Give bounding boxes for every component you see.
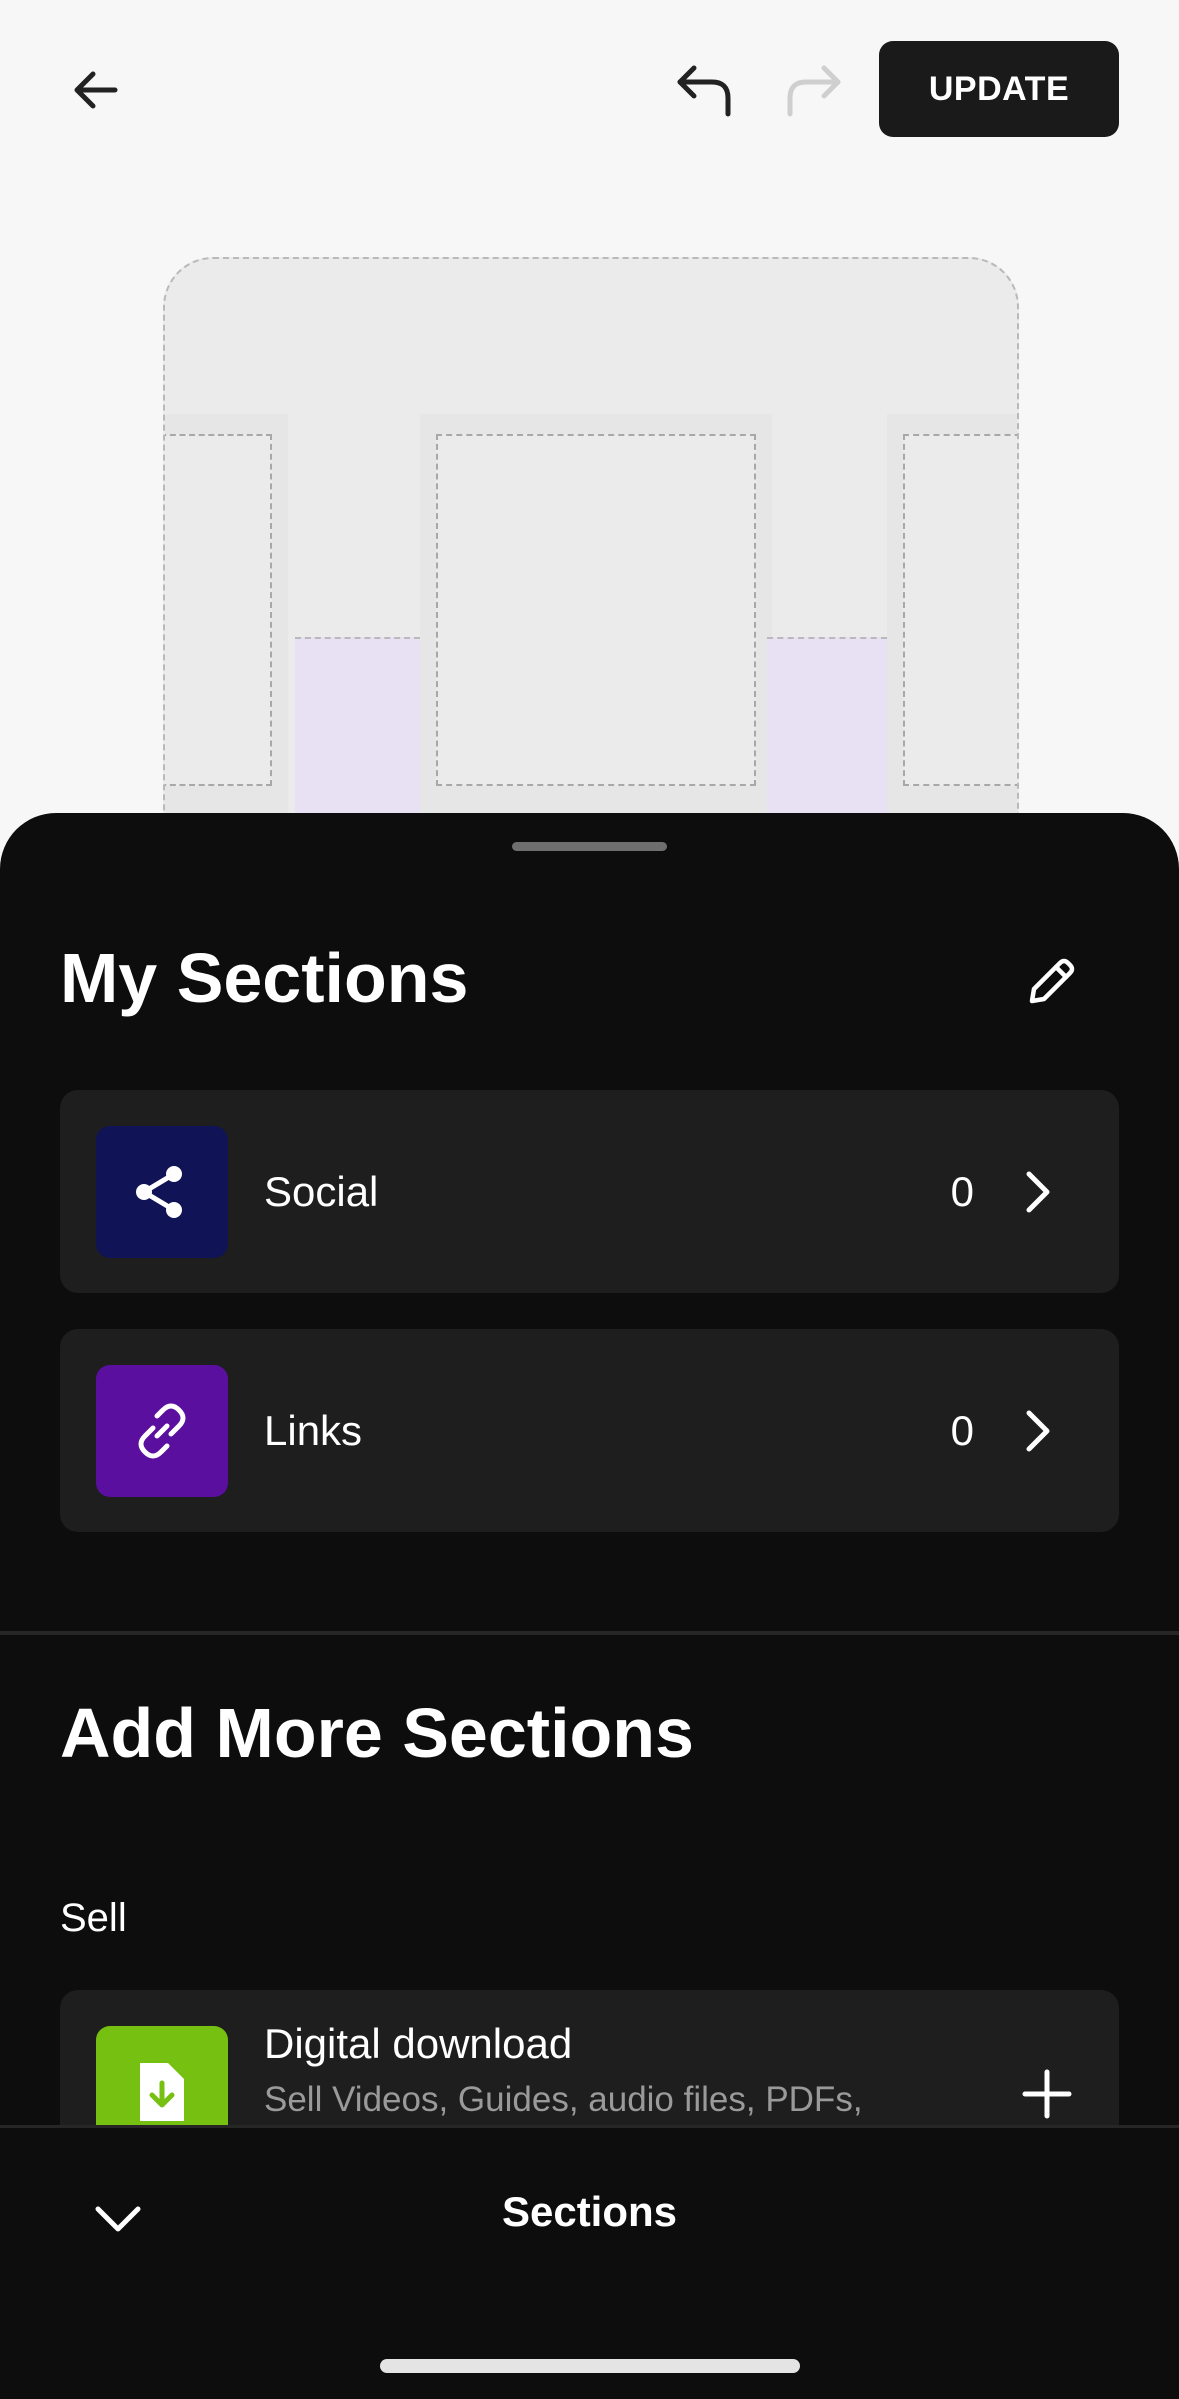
- pencil-icon: [1029, 958, 1075, 1004]
- undo-button[interactable]: [664, 50, 744, 130]
- add-item-description: Sell Videos, Guides, audio files, PDFs,: [264, 2080, 863, 2119]
- drag-handle[interactable]: [512, 842, 667, 851]
- section-row-links[interactable]: Links 0: [60, 1329, 1119, 1532]
- footer-title: Sections: [501, 2188, 678, 2235]
- update-button[interactable]: UPDATE: [879, 41, 1119, 137]
- link-icon: [138, 1403, 186, 1459]
- back-button[interactable]: [55, 50, 135, 130]
- preview-card-left: [165, 414, 288, 859]
- section-row-social[interactable]: Social 0: [60, 1090, 1119, 1293]
- chevron-right-icon: [1005, 1160, 1069, 1224]
- sheet-footer: Sections: [0, 2125, 1179, 2399]
- arrow-left-icon: [74, 71, 118, 109]
- download-file-icon: [140, 2063, 184, 2121]
- add-button[interactable]: [1015, 2062, 1079, 2126]
- redo-button[interactable]: [774, 50, 854, 130]
- edit-sections-button[interactable]: [1015, 946, 1087, 1018]
- home-indicator[interactable]: [380, 2359, 800, 2373]
- divider: [0, 1631, 1179, 1635]
- sell-category-heading: Sell: [60, 1896, 127, 1940]
- section-count: 0: [950, 1168, 974, 1215]
- social-tile: [96, 1126, 228, 1258]
- preview-card-right: [887, 414, 1017, 859]
- undo-icon: [677, 65, 731, 117]
- section-count: 0: [950, 1407, 974, 1454]
- add-more-title: Add More Sections: [60, 1694, 694, 1772]
- add-row-digital-download[interactable]: Digital download Sell Videos, Guides, au…: [60, 1990, 1119, 2130]
- top-bar: UPDATE: [0, 0, 1179, 180]
- my-sections-title: My Sections: [60, 939, 469, 1017]
- plus-icon: [1022, 2069, 1072, 2119]
- chevron-right-icon: [1005, 1399, 1069, 1463]
- links-tile: [96, 1365, 228, 1497]
- section-label: Social: [264, 1168, 379, 1215]
- section-label: Links: [264, 1407, 363, 1454]
- digital-download-tile: [96, 2026, 228, 2130]
- add-item-title: Digital download: [264, 2020, 573, 2067]
- preview-card-center[interactable]: [420, 414, 772, 859]
- redo-icon: [787, 65, 841, 117]
- page-preview[interactable]: [163, 257, 1019, 859]
- share-icon: [136, 1166, 182, 1218]
